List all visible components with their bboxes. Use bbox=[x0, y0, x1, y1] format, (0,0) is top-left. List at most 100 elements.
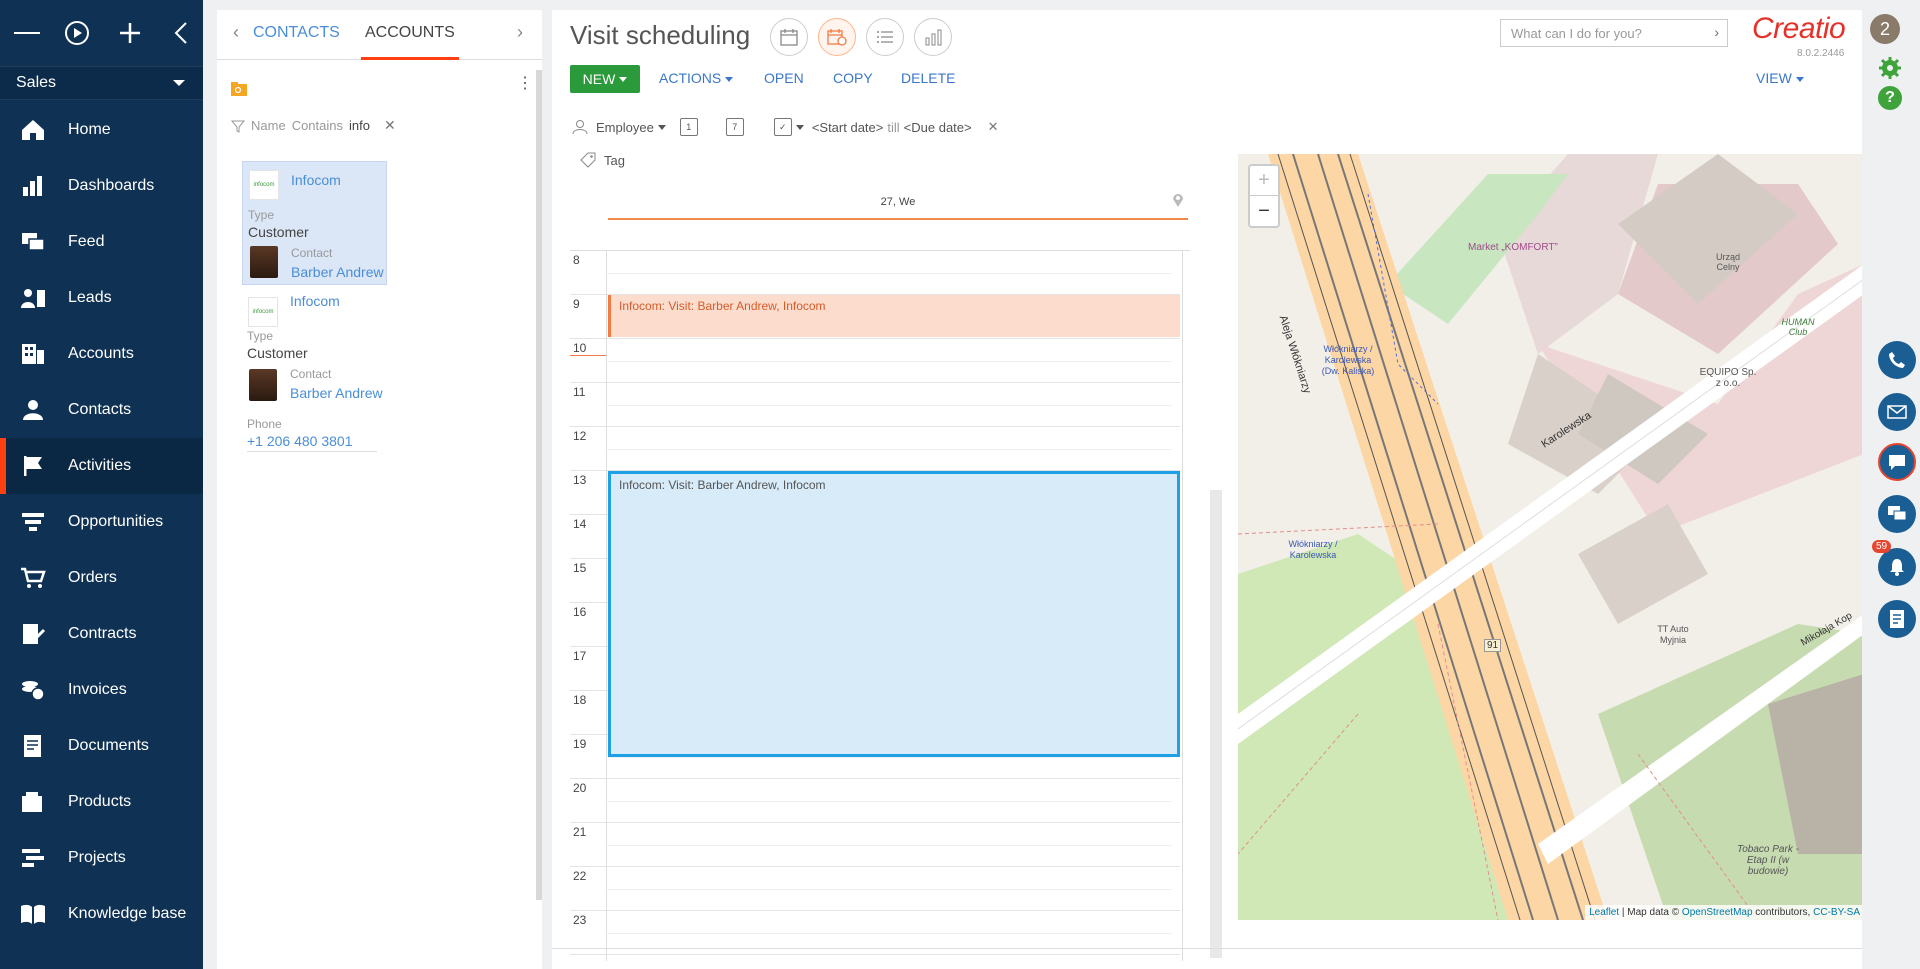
feed-chat-icon[interactable] bbox=[1878, 495, 1916, 533]
start-date[interactable]: <Start date> bbox=[812, 120, 884, 135]
gear-icon[interactable] bbox=[1878, 56, 1902, 85]
nav-item-activities[interactable]: Activities bbox=[0, 438, 203, 494]
phone-link[interactable]: +1 206 480 3801 bbox=[247, 433, 377, 452]
hour-label: 17 bbox=[573, 649, 587, 663]
play-process-icon[interactable] bbox=[64, 20, 90, 46]
hour-row[interactable]: 10 bbox=[570, 339, 1180, 383]
book-icon bbox=[21, 904, 45, 924]
email-icon[interactable] bbox=[1878, 393, 1916, 431]
account-card[interactable]: infocom Infocom Type Customer Contact Ba… bbox=[242, 289, 387, 461]
map-label-company: EQUIPO Sp. z o.o. bbox=[1699, 367, 1757, 389]
delete-button[interactable]: DELETE bbox=[901, 70, 955, 86]
employee-filter[interactable]: Employee bbox=[596, 120, 654, 135]
nav-item-accounts[interactable]: Accounts bbox=[0, 326, 203, 382]
account-name[interactable]: Infocom bbox=[290, 293, 340, 309]
current-time-marker bbox=[570, 355, 606, 356]
process-icon[interactable] bbox=[1878, 600, 1916, 638]
hour-row[interactable]: 12 bbox=[570, 427, 1180, 471]
event-title: Infocom: Visit: Barber Andrew, Infocom bbox=[619, 478, 826, 492]
hour-row[interactable]: 8 bbox=[570, 251, 1180, 295]
hour-row[interactable]: 11 bbox=[570, 383, 1180, 427]
phone-label: Phone bbox=[247, 417, 282, 431]
scrollbar[interactable] bbox=[1210, 490, 1222, 958]
chat-icon[interactable] bbox=[1878, 443, 1916, 481]
view-calendar-button[interactable] bbox=[770, 18, 808, 56]
nav-item-home[interactable]: Home bbox=[0, 102, 203, 158]
notifications-bell-icon[interactable]: 59 bbox=[1872, 540, 1916, 586]
nav-item-feed[interactable]: Feed bbox=[0, 214, 203, 270]
week-calendar-icon[interactable]: 7 bbox=[725, 118, 744, 136]
collapse-chevron-icon[interactable] bbox=[168, 20, 194, 46]
osm-link[interactable]: OpenStreetMap bbox=[1682, 907, 1753, 918]
license-link[interactable]: CC-BY-SA bbox=[1813, 907, 1860, 918]
phone-icon[interactable] bbox=[1878, 341, 1916, 379]
tabs-next-chevron-icon[interactable]: › bbox=[517, 22, 523, 43]
section-panel: ‹ CONTACTS ACCOUNTS › ⋮ Name Contains in… bbox=[217, 10, 542, 969]
account-name[interactable]: Infocom bbox=[291, 172, 341, 188]
map-label-office: Urząd Celny bbox=[1715, 252, 1740, 272]
period-calendar-icon[interactable]: ✓ bbox=[773, 118, 792, 136]
user-profile-button[interactable]: 2 bbox=[1870, 14, 1900, 44]
nav-item-knowledge-base[interactable]: Knowledge base bbox=[0, 886, 203, 942]
chevron-right-icon[interactable]: › bbox=[1714, 24, 1719, 40]
nav-item-projects[interactable]: Projects bbox=[0, 830, 203, 886]
due-date[interactable]: <Due date> bbox=[904, 120, 972, 135]
divider bbox=[552, 948, 1862, 949]
add-icon[interactable] bbox=[117, 20, 143, 46]
tabs-prev-chevron-icon[interactable]: ‹ bbox=[233, 22, 239, 43]
nav-item-opportunities[interactable]: Opportunities bbox=[0, 494, 203, 550]
nav-item-products[interactable]: Products bbox=[0, 774, 203, 830]
leaflet-link[interactable]: Leaflet bbox=[1589, 907, 1619, 918]
map-view[interactable]: Market „KOMFORT” Włókniarzy / Karolewska… bbox=[1238, 154, 1864, 920]
close-icon[interactable]: ✕ bbox=[988, 119, 999, 135]
help-icon[interactable]: ? bbox=[1878, 86, 1902, 110]
nav-item-invoices[interactable]: Invoices bbox=[0, 662, 203, 718]
hour-row[interactable]: 22 bbox=[570, 867, 1180, 911]
new-button[interactable]: NEW bbox=[570, 65, 640, 93]
map-pin-icon[interactable] bbox=[1172, 192, 1184, 208]
close-icon[interactable]: ✕ bbox=[384, 117, 396, 134]
nav-item-documents[interactable]: Documents bbox=[0, 718, 203, 774]
nav-item-dashboards[interactable]: Dashboards bbox=[0, 158, 203, 214]
map-label-stop: Włókniarzy / Karolewska bbox=[1288, 539, 1338, 560]
nav-item-leads[interactable]: Leads bbox=[0, 270, 203, 326]
day-calendar-icon[interactable]: 1 bbox=[679, 118, 698, 136]
nav-item-contracts[interactable]: Contracts bbox=[0, 606, 203, 662]
scrollbar[interactable] bbox=[536, 70, 542, 900]
zoom-out-button[interactable]: − bbox=[1250, 196, 1278, 226]
hour-row[interactable]: 20 bbox=[570, 779, 1180, 823]
nav-item-orders[interactable]: Orders bbox=[0, 550, 203, 606]
copy-button[interactable]: COPY bbox=[833, 70, 873, 86]
workplace-selector[interactable]: Sales bbox=[0, 66, 203, 100]
more-options-icon[interactable]: ⋮ bbox=[517, 76, 533, 92]
contact-link[interactable]: Barber Andrew bbox=[291, 264, 384, 280]
list-icon bbox=[877, 31, 893, 43]
view-list-button[interactable] bbox=[866, 18, 904, 56]
tag-filter[interactable]: Tag bbox=[580, 152, 625, 168]
time-grid[interactable]: 8 9 10 11 12 13 14 15 16 17 18 19 20 21 … bbox=[570, 250, 1190, 961]
view-analytics-button[interactable] bbox=[914, 18, 952, 56]
tag-icon bbox=[580, 152, 596, 168]
nav-item-contacts[interactable]: Contacts bbox=[0, 382, 203, 438]
open-button[interactable]: OPEN bbox=[764, 70, 804, 86]
employee-icon bbox=[572, 120, 588, 135]
view-scheduler-button[interactable] bbox=[818, 18, 856, 56]
tab-contacts[interactable]: CONTACTS bbox=[253, 24, 340, 42]
visit-event-selected[interactable]: Infocom: Visit: Barber Andrew, Infocom bbox=[608, 471, 1180, 757]
contact-link[interactable]: Barber Andrew bbox=[290, 385, 383, 401]
folder-icon[interactable] bbox=[231, 82, 247, 101]
visit-event[interactable]: Infocom: Visit: Barber Andrew, Infocom bbox=[608, 295, 1180, 337]
tab-accounts[interactable]: ACCOUNTS bbox=[361, 24, 459, 60]
hour-row[interactable]: 21 bbox=[570, 823, 1180, 867]
attribution-text: contributors, bbox=[1752, 907, 1814, 918]
view-button[interactable]: VIEW bbox=[1756, 70, 1804, 86]
main-area: Visit scheduling What can I do for you? … bbox=[552, 10, 1864, 969]
account-card[interactable]: infocom Infocom Type Customer Contact Ba… bbox=[242, 161, 387, 285]
street-map[interactable] bbox=[1238, 154, 1864, 920]
command-line-input[interactable]: What can I do for you? › bbox=[1500, 19, 1728, 47]
hamburger-menu-icon[interactable] bbox=[14, 20, 41, 46]
zoom-in-button[interactable]: + bbox=[1250, 166, 1278, 196]
actions-button[interactable]: ACTIONS bbox=[659, 70, 734, 86]
cart-icon bbox=[21, 567, 46, 588]
chart-icon bbox=[925, 29, 942, 46]
